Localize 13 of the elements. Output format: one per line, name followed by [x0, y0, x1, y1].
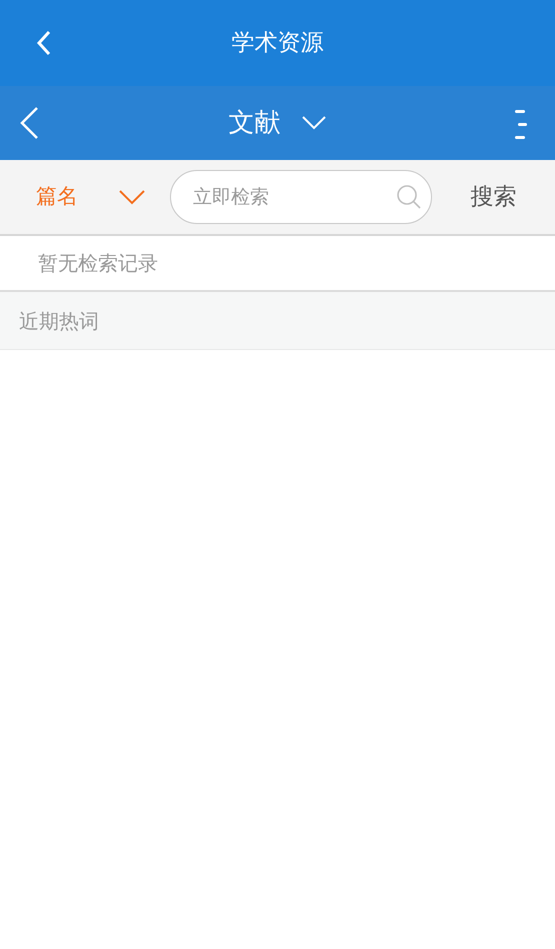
menu-icon[interactable] — [514, 109, 528, 141]
chevron-down-icon[interactable] — [300, 115, 326, 131]
app-title: 学术资源 — [232, 28, 324, 58]
search-field[interactable]: 立即检索 — [170, 170, 432, 224]
chevron-down-icon — [118, 189, 146, 205]
search-button[interactable]: 搜索 — [432, 160, 555, 234]
empty-history-text: 暂无检索记录 — [37, 250, 158, 277]
toolbar-title[interactable]: 文献 — [228, 104, 280, 142]
section-heading: 近期热词 — [18, 308, 99, 334]
back-icon[interactable] — [36, 30, 52, 56]
search-icon — [396, 184, 422, 210]
back-icon[interactable] — [19, 106, 39, 140]
field-type-dropdown[interactable]: 篇名 — [0, 160, 170, 234]
